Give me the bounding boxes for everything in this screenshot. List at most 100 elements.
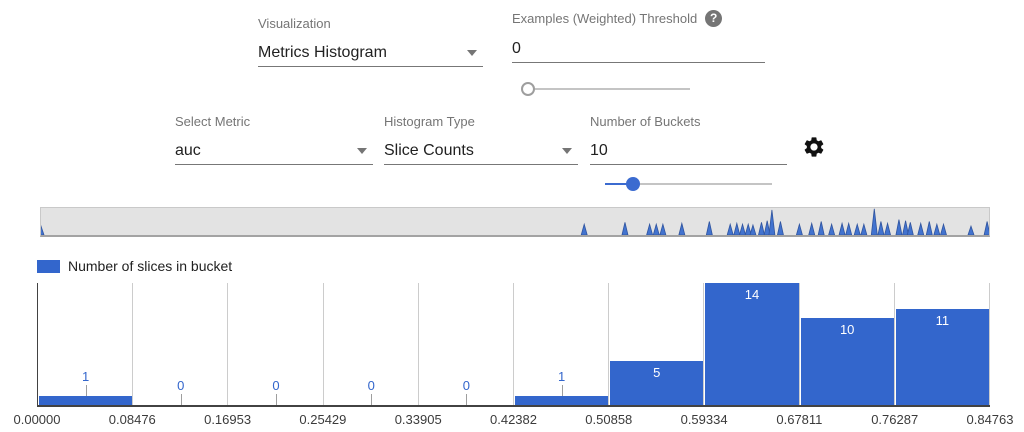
gridline [799, 283, 800, 405]
overview-spike [896, 220, 902, 235]
visualization-dropdown[interactable]: Metrics Histogram [258, 39, 483, 67]
bar-value-label: 0 [368, 378, 375, 393]
overview-spike [934, 224, 940, 235]
threshold-slider[interactable] [528, 81, 690, 97]
slices-overview-strip[interactable] [40, 207, 990, 237]
overview-spike [854, 224, 860, 235]
bar-value-label: 14 [745, 287, 759, 302]
legend-color-swatch [37, 260, 60, 273]
threshold-slider-track[interactable] [528, 88, 690, 90]
select-metric-label: Select Metric [175, 114, 373, 129]
chevron-down-icon [562, 148, 572, 154]
x-axis-label: 0.08476 [109, 412, 156, 427]
annotation-stem [181, 394, 182, 405]
overview-spike [581, 224, 587, 235]
overview-spike [622, 222, 628, 235]
overview-spike [750, 225, 756, 235]
num-buckets-field: Number of Buckets [590, 114, 787, 165]
overview-spike [769, 210, 775, 235]
gridline [132, 283, 133, 405]
histogram-bar[interactable] [39, 396, 132, 405]
overview-spike [777, 222, 783, 236]
x-axis-label: 0.76287 [871, 412, 918, 427]
overview-spike [839, 223, 845, 235]
threshold-field: Examples (Weighted) Threshold ? [512, 10, 765, 63]
overview-spike [647, 224, 653, 235]
threshold-input[interactable] [512, 37, 765, 61]
legend-label: Number of slices in bucket [68, 258, 232, 274]
settings-button[interactable] [802, 135, 826, 159]
overview-spike [734, 223, 740, 235]
histogram-type-field: Histogram Type Slice Counts [384, 114, 578, 165]
overview-spike [871, 209, 877, 235]
overview-spike [660, 224, 666, 235]
histogram-type-dropdown[interactable]: Slice Counts [384, 137, 578, 165]
gridline [418, 283, 419, 405]
overview-spike [968, 226, 974, 235]
overview-spike [706, 222, 712, 236]
settings-gear-icon [802, 135, 826, 159]
gridline [227, 283, 228, 405]
overview-spike [861, 224, 867, 235]
overview-spike [907, 222, 913, 235]
overview-spike [885, 223, 891, 235]
question-mark-icon[interactable]: ? [705, 10, 722, 27]
x-axis-labels: 0.000000.084760.169530.254290.339050.423… [0, 412, 1024, 428]
bar-value-label: 0 [272, 378, 279, 393]
metrics-histogram-panel: Visualization Metrics Histogram Examples… [0, 0, 1024, 432]
annotation-stem [86, 385, 87, 396]
overview-spike [878, 222, 884, 236]
overview-spike [653, 224, 659, 235]
x-axis-label: 0.84763 [967, 412, 1014, 427]
x-axis-label: 0.33905 [395, 412, 442, 427]
gridline [513, 283, 514, 405]
x-axis-label: 0.25429 [299, 412, 346, 427]
x-axis-label: 0.50858 [585, 412, 632, 427]
chevron-down-icon [467, 50, 477, 56]
bar-value-label: 0 [177, 378, 184, 393]
threshold-slider-knob[interactable] [521, 82, 535, 96]
select-metric-field: Select Metric auc [175, 114, 373, 165]
annotation-stem [562, 385, 563, 396]
bar-value-label: 1 [82, 369, 89, 384]
chevron-down-icon [357, 148, 367, 154]
overview-spike [679, 223, 685, 235]
overview-spike [846, 223, 852, 235]
histogram-plot-area[interactable]: 1000015141011 [37, 283, 990, 407]
visualization-label: Visualization [258, 16, 483, 31]
x-axis-label: 0.59334 [681, 412, 728, 427]
num-buckets-slider-knob[interactable] [626, 177, 640, 191]
overview-spike [758, 222, 764, 235]
bar-value-label: 11 [936, 313, 950, 328]
visualization-value: Metrics Histogram [258, 44, 387, 62]
bar-value-label: 0 [463, 378, 470, 393]
num-buckets-input[interactable] [590, 139, 787, 163]
gridline [989, 283, 990, 405]
num-buckets-input-underline [590, 137, 787, 165]
overview-spike [727, 224, 733, 235]
x-axis-label: 0.00000 [14, 412, 61, 427]
histogram-bar[interactable] [515, 396, 608, 405]
threshold-label: Examples (Weighted) Threshold [512, 11, 697, 26]
histogram-type-label: Histogram Type [384, 114, 578, 129]
visualization-field: Visualization Metrics Histogram [258, 16, 483, 67]
annotation-stem [371, 394, 372, 405]
x-axis-label: 0.67811 [776, 412, 822, 427]
gridline [894, 283, 895, 405]
overview-spike [829, 224, 835, 235]
select-metric-value: auc [175, 142, 201, 160]
select-metric-dropdown[interactable]: auc [175, 137, 373, 165]
gridline [703, 283, 704, 405]
overview-spike [918, 223, 924, 235]
histogram-type-value: Slice Counts [384, 142, 474, 160]
overview-spike [984, 222, 989, 236]
overview-spike [809, 223, 815, 235]
threshold-input-underline [512, 35, 765, 63]
num-buckets-slider[interactable] [605, 176, 772, 192]
overview-spikes-chart [41, 208, 989, 235]
chart-legend: Number of slices in bucket [37, 258, 232, 274]
bar-value-label: 5 [653, 365, 660, 380]
bar-value-label: 10 [840, 322, 854, 337]
bar-value-label: 1 [558, 369, 565, 384]
gridline [608, 283, 609, 405]
